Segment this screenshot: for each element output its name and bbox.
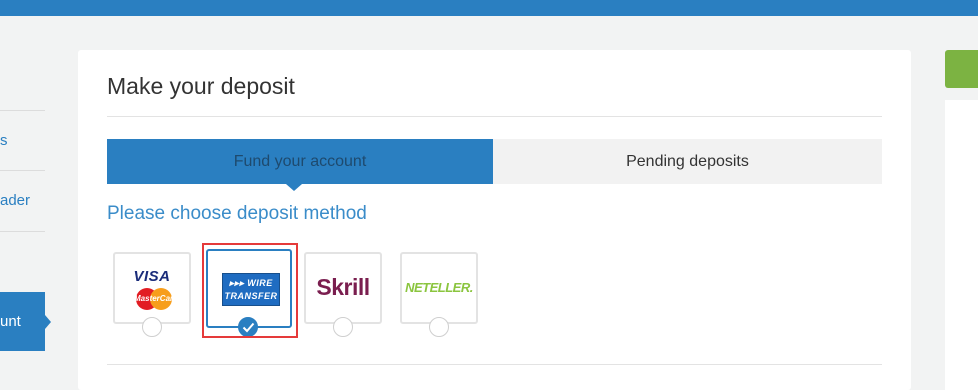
sidebar-divider bbox=[0, 110, 45, 111]
side-panel bbox=[945, 100, 978, 390]
active-tab-pointer bbox=[286, 184, 302, 191]
sidebar-item-label: s bbox=[0, 132, 8, 149]
deposit-method-skrill[interactable]: Skrill bbox=[304, 252, 382, 337]
selection-highlight bbox=[202, 243, 298, 338]
sidebar-item-active[interactable]: unt bbox=[0, 292, 45, 351]
radio-button[interactable] bbox=[333, 317, 353, 337]
divider bbox=[107, 116, 882, 117]
tab-pending-deposits[interactable]: Pending deposits bbox=[493, 139, 882, 184]
sidebar-divider bbox=[0, 170, 45, 171]
neteller-logo: NETELLER. bbox=[405, 280, 473, 295]
deposit-card: Make your deposit Fund your account Pend… bbox=[78, 50, 911, 390]
visa-logo: VISA bbox=[133, 268, 171, 285]
mastercard-logo: MasterCard bbox=[134, 288, 178, 310]
sidebar-item[interactable]: ader bbox=[0, 192, 45, 209]
action-button[interactable] bbox=[945, 50, 978, 88]
sidebar-active-pointer bbox=[45, 315, 51, 329]
skrill-logo: Skrill bbox=[316, 274, 370, 300]
deposit-method-visa-mastercard[interactable]: VISA MasterCard bbox=[113, 252, 191, 337]
sidebar: s ader unt bbox=[0, 0, 45, 376]
sidebar-item[interactable]: s bbox=[0, 132, 45, 149]
sidebar-divider bbox=[0, 231, 45, 232]
deposit-method-heading: Please choose deposit method bbox=[107, 203, 367, 224]
divider bbox=[107, 364, 882, 365]
page-title: Make your deposit bbox=[107, 73, 295, 99]
deposit-method-neteller[interactable]: NETELLER. bbox=[400, 252, 478, 337]
sidebar-item-label: unt bbox=[0, 313, 21, 330]
sidebar-item-label: ader bbox=[0, 192, 31, 209]
top-bar bbox=[0, 0, 978, 16]
radio-button[interactable] bbox=[142, 317, 162, 337]
tab-fund-your-account[interactable]: Fund your account bbox=[107, 139, 493, 184]
radio-button[interactable] bbox=[429, 317, 449, 337]
